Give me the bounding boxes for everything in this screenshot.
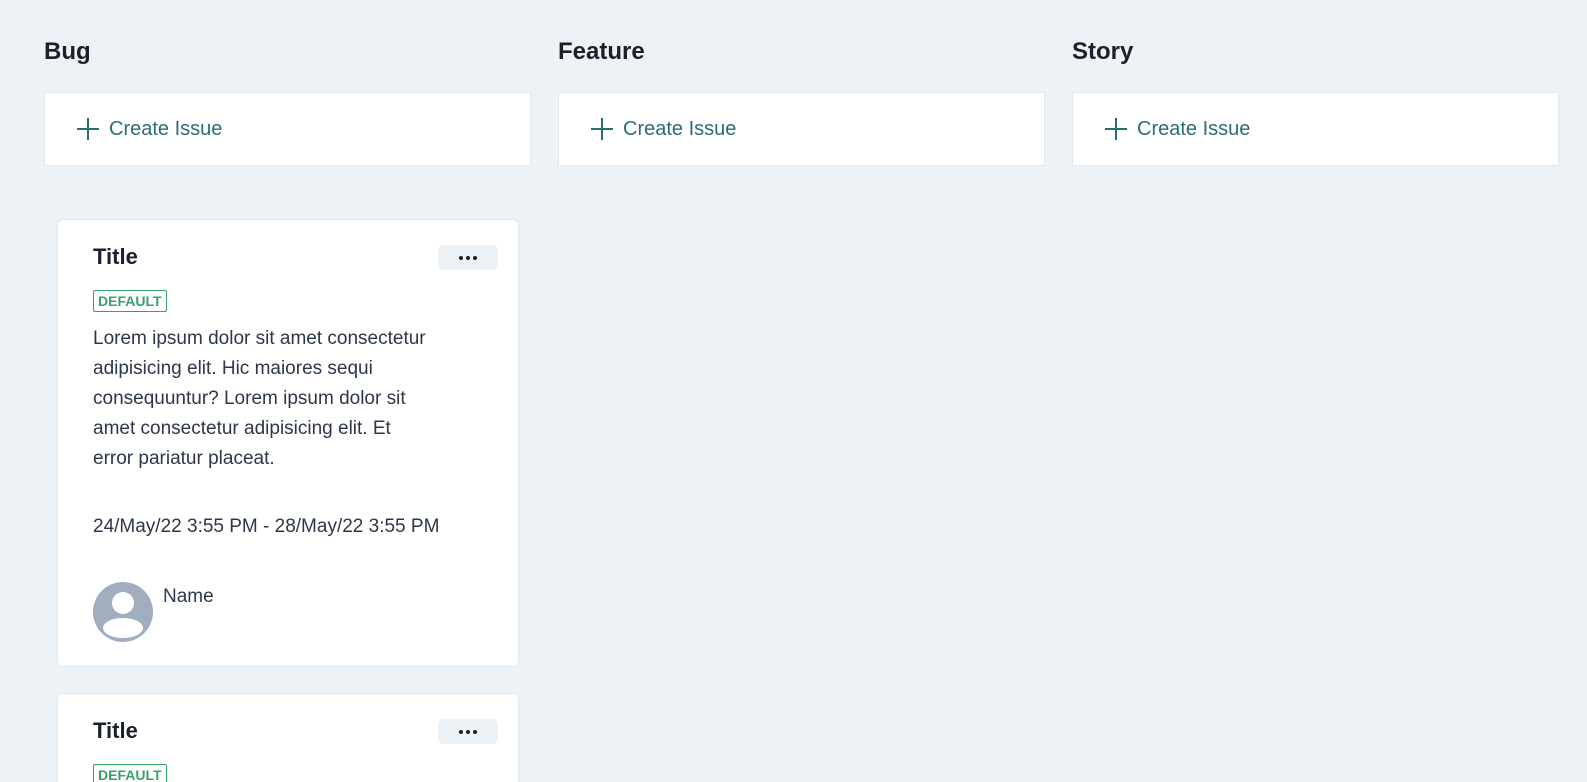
user-avatar-icon [93,582,153,642]
issue-card[interactable]: Title DEFAULT [57,693,519,782]
status-badge: DEFAULT [93,764,167,782]
column-title: Story [1072,38,1134,65]
assignee-name: Name [163,586,214,607]
card-menu-button[interactable] [438,245,498,270]
more-horizontal-icon [459,729,477,734]
card-date-range: 24/May/22 3:55 PM - 28/May/22 3:55 PM [93,516,440,537]
plus-icon [591,118,613,140]
plus-icon [77,118,99,140]
issue-card[interactable]: Title DEFAULT Lorem ipsum dolor sit amet… [57,219,519,667]
card-menu-button[interactable] [438,719,498,744]
create-issue-label: Create Issue [623,117,737,140]
create-issue-label: Create Issue [109,117,223,140]
kanban-board: Bug Create Issue Title DEFAULT Lorem ips… [0,0,1587,782]
create-issue-button[interactable]: Create Issue [1072,92,1559,166]
card-title: Title [93,244,138,269]
status-badge: DEFAULT [93,290,167,312]
column-title: Feature [558,38,645,65]
create-issue-button[interactable]: Create Issue [44,92,531,166]
create-issue-label: Create Issue [1137,117,1251,140]
card-title: Title [93,718,138,743]
create-issue-button[interactable]: Create Issue [558,92,1045,166]
card-description: Lorem ipsum dolor sit amet consectetur a… [93,328,426,469]
more-horizontal-icon [459,255,477,260]
column-title: Bug [44,38,91,65]
plus-icon [1105,118,1127,140]
